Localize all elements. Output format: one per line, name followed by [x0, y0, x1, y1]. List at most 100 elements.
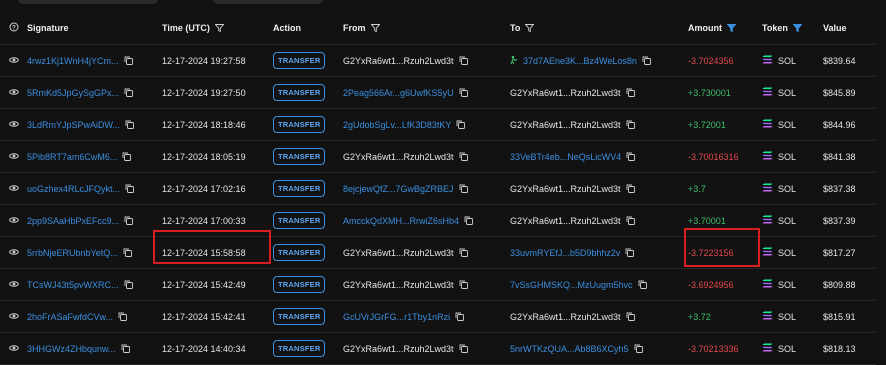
- copy-icon[interactable]: [626, 312, 635, 321]
- time-header: Time (UTC): [162, 12, 273, 45]
- copy-icon[interactable]: [459, 56, 468, 65]
- copy-icon[interactable]: [456, 120, 466, 129]
- token-symbol: SOL: [778, 55, 797, 66]
- action-cell: TRANSFER: [273, 173, 343, 205]
- time-value: 12-17-2024 15:42:49: [162, 279, 246, 290]
- signature-link[interactable]: 5rrbNjeERUbnbYetQ...: [27, 248, 118, 258]
- copy-icon[interactable]: [455, 312, 465, 321]
- to-address[interactable]: 33uvmRYEfJ...b5D9bhhz2v: [510, 248, 620, 258]
- eye-icon[interactable]: [8, 152, 19, 162]
- copy-icon[interactable]: [625, 248, 635, 257]
- from-cell: 2gUdobSgLv...LfK3D83tKY: [343, 109, 510, 141]
- time-cell: 12-17-2024 14:40:34: [162, 333, 273, 365]
- to-address[interactable]: 33VeBTr4eb...NeQsLicWV4: [510, 152, 621, 162]
- copy-icon[interactable]: [626, 184, 635, 193]
- to-address[interactable]: 5nrWTKzQUA...Ab8B6XCyh5: [510, 344, 629, 354]
- copy-icon[interactable]: [464, 216, 473, 225]
- to-address[interactable]: 37d7AEne3K...Bz4WeLos8n: [523, 56, 637, 66]
- to-address[interactable]: 7vSsGHMSKQ...MzUugm5hvc: [510, 280, 633, 290]
- amount-value: +3.72: [688, 311, 711, 322]
- time-value: 12-17-2024 15:58:58: [162, 247, 246, 258]
- token-symbol: SOL: [778, 311, 797, 322]
- from-address[interactable]: GcUVrJGrFG...r1Tby1nRzi: [343, 312, 450, 322]
- from-address[interactable]: 2Peag566Ar...g6UwfKS5yU: [343, 88, 454, 98]
- from-address[interactable]: 8ejcjewQfZ...7GwBgZRBEJ: [343, 184, 454, 194]
- amount-value: +3.72001: [688, 119, 726, 130]
- from-cell: AmcckQdXMH...RrwiZ6sHb4: [343, 205, 510, 237]
- signature-link[interactable]: 5RmKd5JpGySgGPx...: [27, 88, 119, 98]
- copy-icon[interactable]: [626, 152, 636, 161]
- value-header: Value: [823, 12, 876, 45]
- copy-icon[interactable]: [459, 88, 468, 97]
- info-icon[interactable]: ?: [9, 22, 19, 34]
- signature-link[interactable]: 2hoFrASaFwfdCVw...: [27, 312, 113, 322]
- copy-icon[interactable]: [124, 216, 134, 225]
- time-cell: 12-17-2024 15:42:41: [162, 301, 273, 333]
- copy-icon[interactable]: [125, 184, 134, 193]
- amount-value: -3.6924956: [688, 279, 734, 290]
- copy-icon[interactable]: [124, 56, 133, 65]
- eye-icon[interactable]: [8, 120, 19, 130]
- to-address: G2YxRa6wt1...Rzuh2Lwd3t: [510, 183, 621, 194]
- from-address[interactable]: AmcckQdXMH...RrwiZ6sHb4: [343, 216, 459, 226]
- token-symbol: SOL: [778, 151, 797, 162]
- copy-icon[interactable]: [638, 280, 647, 289]
- time-filter-icon[interactable]: [214, 24, 224, 32]
- copy-icon[interactable]: [122, 152, 132, 161]
- time-value: 12-17-2024 19:27:58: [162, 55, 246, 66]
- svg-text:?: ?: [12, 26, 16, 32]
- copy-icon[interactable]: [459, 248, 468, 257]
- eye-icon[interactable]: [8, 88, 19, 98]
- signature-cell: 2pp9SAaHbPxEFcc9...: [27, 205, 162, 237]
- copy-icon[interactable]: [642, 56, 651, 65]
- copy-icon[interactable]: [124, 280, 133, 289]
- time-cell: 12-17-2024 17:00:33: [162, 205, 273, 237]
- copy-icon[interactable]: [626, 216, 635, 225]
- token-cell: SOL: [762, 333, 823, 365]
- to-cell: 33uvmRYEfJ...b5D9bhhz2v: [510, 237, 688, 269]
- to-cell: 37d7AEne3K...Bz4WeLos8n: [510, 45, 688, 77]
- copy-icon[interactable]: [459, 184, 468, 193]
- signature-link[interactable]: TCsWJ43t5pvWXRC...: [27, 280, 119, 290]
- from-filter-icon[interactable]: [370, 24, 380, 32]
- eye-icon[interactable]: [8, 184, 19, 194]
- copy-icon[interactable]: [634, 344, 643, 353]
- token-filter-icon[interactable]: [792, 24, 802, 32]
- signature-link[interactable]: 5Pib8RT7am6CwM6...: [27, 152, 117, 162]
- token-cell: SOL: [762, 173, 823, 205]
- copy-icon[interactable]: [123, 248, 132, 257]
- usd-value: $844.96: [823, 119, 856, 130]
- signature-link[interactable]: 4rwz1Kj1WnH4jYCm...: [27, 56, 119, 66]
- signature-link[interactable]: 3HHGWz4ZHbqunw...: [27, 344, 116, 354]
- usd-value: $817.27: [823, 247, 856, 258]
- copy-icon[interactable]: [125, 120, 134, 129]
- amount-value: -3.7223156: [688, 247, 734, 258]
- eye-icon[interactable]: [8, 280, 19, 290]
- to-filter-icon[interactable]: [525, 24, 535, 32]
- eye-icon[interactable]: [8, 248, 19, 258]
- amount-filter-icon[interactable]: [727, 24, 736, 32]
- signature-link[interactable]: 3LdRmYJpSPwAiDW...: [27, 120, 120, 130]
- action-badge: TRANSFER: [273, 52, 326, 69]
- copy-icon[interactable]: [626, 120, 635, 129]
- copy-icon[interactable]: [121, 344, 130, 353]
- copy-icon[interactable]: [459, 152, 468, 161]
- eye-icon[interactable]: [8, 312, 19, 322]
- from-address[interactable]: 2gUdobSgLv...LfK3D83tKY: [343, 120, 451, 130]
- usd-value: $818.13: [823, 343, 856, 354]
- signature-link[interactable]: uoGzhex4RLcJFQykt...: [27, 184, 120, 194]
- eye-icon[interactable]: [8, 56, 19, 66]
- solana-icon: [762, 55, 773, 66]
- token-cell: SOL: [762, 141, 823, 173]
- copy-icon[interactable]: [124, 88, 133, 97]
- signature-link[interactable]: 2pp9SAaHbPxEFcc9...: [27, 216, 119, 226]
- action-badge: TRANSFER: [273, 84, 326, 101]
- copy-icon[interactable]: [626, 88, 635, 97]
- copy-icon[interactable]: [459, 280, 468, 289]
- copy-icon[interactable]: [459, 344, 468, 353]
- eye-icon[interactable]: [8, 216, 19, 226]
- action-badge: TRANSFER: [273, 276, 326, 293]
- copy-icon[interactable]: [118, 312, 127, 321]
- time-cell: 12-17-2024 15:58:58: [162, 237, 273, 269]
- eye-icon[interactable]: [8, 344, 19, 354]
